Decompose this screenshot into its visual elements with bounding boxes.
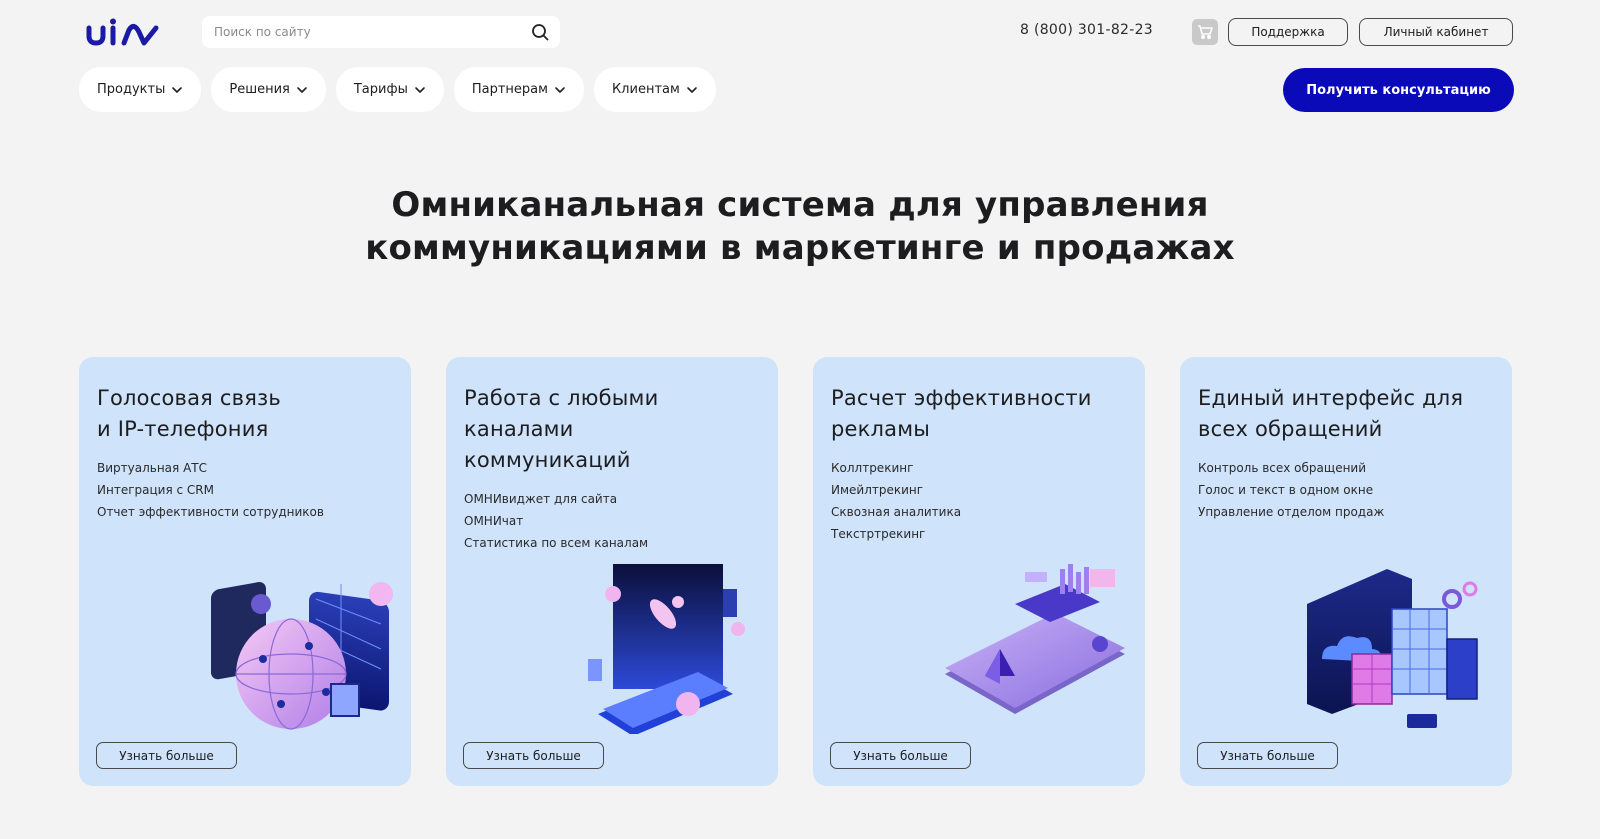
chevron-down-icon bbox=[686, 84, 698, 96]
page-title-line-2: коммуникациями в маркетинге и продажах bbox=[365, 228, 1235, 268]
get-consultation-button[interactable]: Получить консультацию bbox=[1283, 68, 1514, 112]
card-title: Единый интерфейс для всех обращений bbox=[1198, 383, 1494, 445]
chevron-down-icon bbox=[554, 84, 566, 96]
list-item: Отчет эффективности сотрудников bbox=[97, 505, 324, 519]
list-item: Управление отделом продаж bbox=[1198, 505, 1385, 519]
card-title-line: и IP-телефония bbox=[97, 417, 269, 441]
search-bar bbox=[202, 16, 560, 48]
nav-item-products[interactable]: Продукты bbox=[79, 67, 202, 112]
list-item: Текстртрекинг bbox=[831, 527, 926, 541]
card-feature-list: ОМНИвиджет для сайта ОМНИчат Статистика … bbox=[464, 488, 760, 554]
page-title-line-1: Омниканальная система для управления bbox=[391, 185, 1209, 225]
product-card-ad-efficiency[interactable]: Расчет эффективности рекламы Коллтрекинг… bbox=[813, 357, 1145, 786]
main-nav: Продукты Решения Тарифы Партнерам Клиент… bbox=[79, 67, 716, 112]
card-title-line: рекламы bbox=[831, 417, 931, 441]
product-card-voice[interactable]: Голосовая связь и IP-телефония Виртуальн… bbox=[79, 357, 411, 786]
card-feature-list: Контроль всех обращений Голос и текст в … bbox=[1198, 457, 1494, 523]
nav-item-tariffs[interactable]: Тарифы bbox=[335, 67, 444, 112]
list-item: Голос и текст в одном окне bbox=[1198, 483, 1374, 497]
account-button[interactable]: Личный кабинет bbox=[1359, 18, 1513, 46]
chevron-down-icon bbox=[171, 84, 183, 96]
list-item: Интеграция с CRM bbox=[97, 483, 214, 497]
list-item: ОМНИвиджет для сайта bbox=[464, 492, 618, 506]
nav-item-partners[interactable]: Партнерам bbox=[453, 67, 584, 112]
card-feature-list: Виртуальная АТС Интеграция с CRM Отчет э… bbox=[97, 457, 393, 523]
card-title-line: Голосовая связь bbox=[97, 386, 281, 410]
card-title-line: коммуникаций bbox=[464, 448, 631, 472]
learn-more-button[interactable]: Узнать больше bbox=[830, 742, 971, 769]
card-title-line: всех обращений bbox=[1198, 417, 1383, 441]
card-title: Работа с любыми каналами коммуникаций bbox=[464, 383, 760, 476]
product-cards: Голосовая связь и IP-телефония Виртуальн… bbox=[79, 357, 1512, 786]
brand-logo[interactable] bbox=[84, 18, 160, 48]
list-item: Коллтрекинг bbox=[831, 461, 914, 475]
list-item: ОМНИчат bbox=[464, 514, 524, 528]
list-item: Виртуальная АТС bbox=[97, 461, 207, 475]
list-item: Контроль всех обращений bbox=[1198, 461, 1367, 475]
page-title: Омниканальная система для управления ком… bbox=[0, 184, 1600, 270]
globe-server-illustration bbox=[211, 582, 393, 730]
card-title-line: Единый интерфейс для bbox=[1198, 386, 1464, 410]
buildings-cloud-illustration bbox=[1307, 569, 1478, 728]
list-item: Имейлтрекинг bbox=[831, 483, 924, 497]
nav-item-label: Решения bbox=[229, 82, 290, 97]
product-card-channels[interactable]: Работа с любыми каналами коммуникаций ОМ… bbox=[446, 357, 778, 786]
nav-item-label: Партнерам bbox=[471, 82, 548, 97]
learn-more-button[interactable]: Узнать больше bbox=[96, 742, 237, 769]
product-card-unified-interface[interactable]: Единый интерфейс для всех обращений Конт… bbox=[1180, 357, 1512, 786]
phone-floating-person-illustration bbox=[588, 564, 745, 734]
chevron-down-icon bbox=[414, 84, 426, 96]
card-title: Голосовая связь и IP-телефония bbox=[97, 383, 393, 445]
nav-item-label: Клиентам bbox=[611, 82, 680, 97]
nav-item-label: Тарифы bbox=[353, 82, 408, 97]
learn-more-button[interactable]: Узнать больше bbox=[1197, 742, 1338, 769]
nav-item-clients[interactable]: Клиентам bbox=[593, 67, 716, 112]
list-item: Статистика по всем каналам bbox=[464, 536, 649, 550]
search-icon[interactable] bbox=[530, 22, 550, 42]
nav-item-solutions[interactable]: Решения bbox=[211, 67, 326, 112]
list-item: Сквозная аналитика bbox=[831, 505, 962, 519]
chevron-down-icon bbox=[296, 84, 308, 96]
card-title-line: Работа с любыми bbox=[464, 386, 659, 410]
phone-number[interactable]: 8 (800) 301-82-23 bbox=[1020, 22, 1153, 38]
analytics-phone-illustration bbox=[945, 564, 1125, 714]
card-title-line: каналами bbox=[464, 417, 574, 441]
cart-icon bbox=[1198, 25, 1213, 39]
support-button[interactable]: Поддержка bbox=[1228, 18, 1348, 46]
card-title-line: Расчет эффективности bbox=[831, 386, 1092, 410]
search-input[interactable] bbox=[214, 25, 530, 39]
nav-item-label: Продукты bbox=[97, 82, 166, 97]
card-feature-list: Коллтрекинг Имейлтрекинг Сквозная аналит… bbox=[831, 457, 1127, 545]
learn-more-button[interactable]: Узнать больше bbox=[463, 742, 604, 769]
cart-button[interactable] bbox=[1192, 19, 1218, 45]
card-title: Расчет эффективности рекламы bbox=[831, 383, 1127, 445]
